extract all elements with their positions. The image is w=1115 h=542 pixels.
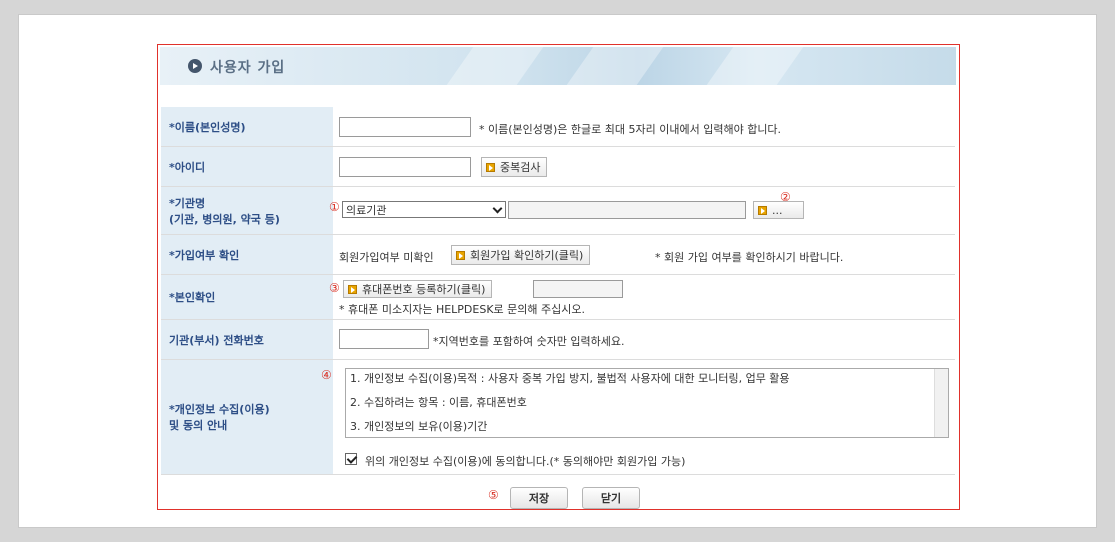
register-phone-button[interactable]: 휴대폰번호 등록하기(클릭) — [343, 280, 493, 298]
id-input[interactable] — [339, 157, 471, 177]
name-label: *이름(본인성명) — [161, 107, 333, 146]
id-label: *아이디 — [161, 147, 333, 186]
save-button[interactable]: 저장 — [510, 487, 568, 509]
org-search-button[interactable]: ... — [753, 201, 804, 219]
close-button[interactable]: 닫기 — [582, 487, 640, 509]
row-join-check: *가입여부 확인 회원가입여부 미확인 회원가입 확인하기(클릭) * 회원 가… — [161, 235, 955, 275]
panel-header: 사용자 가입 — [160, 47, 956, 85]
join-check-label: *가입여부 확인 — [161, 235, 333, 274]
row-id: *아이디 중복검사 — [161, 147, 955, 187]
button-arrow-icon — [456, 250, 465, 260]
marker-5: ⑤ — [488, 488, 499, 502]
join-status-text: 회원가입여부 미확인 — [339, 251, 434, 264]
org-name-input[interactable] — [508, 201, 746, 219]
chevron-down-icon — [492, 203, 503, 214]
phone-label: 기관(부서) 전화번호 — [161, 320, 333, 359]
phone-hint: *지역번호를 포함하여 숫자만 입력하세요. — [433, 335, 625, 348]
marker-2: ② — [780, 190, 791, 204]
row-org: *기관명 (기관, 병의원, 약국 등) ① 의료기관 ... ② — [161, 187, 955, 235]
marker-4: ④ — [321, 368, 332, 382]
button-arrow-icon — [758, 205, 767, 215]
row-privacy: *개인정보 수집(이용) 및 동의 안내 ④ 1. 개인정보 수집(이용)목적 :… — [161, 360, 955, 475]
button-arrow-icon — [348, 284, 357, 294]
textarea-scrollbar[interactable] — [934, 369, 948, 437]
header-bullet-icon — [188, 59, 202, 73]
identity-label: *본인확인 — [161, 275, 333, 319]
privacy-line-2: 2. 수집하려는 항목 : 이름, 휴대폰번호 — [350, 396, 527, 409]
row-phone: 기관(부서) 전화번호 *지역번호를 포함하여 숫자만 입력하세요. — [161, 320, 955, 360]
button-arrow-icon — [486, 162, 495, 172]
phone-number-input[interactable] — [533, 280, 623, 298]
page-title: 사용자 가입 — [210, 60, 286, 76]
signup-panel: 사용자 가입 *이름(본인성명) * 이름(본인성명)은 한글로 최대 5자리 … — [157, 44, 960, 510]
privacy-agree-label: 위의 개인정보 수집(이용)에 동의합니다.(* 동의해야만 회원가입 가능) — [365, 455, 686, 468]
duplicate-check-button[interactable]: 중복검사 — [481, 157, 548, 177]
privacy-line-3: 3. 개인정보의 보유(이용)기간 — [350, 420, 488, 433]
privacy-label: *개인정보 수집(이용) 및 동의 안내 — [161, 360, 333, 474]
marker-1: ① — [329, 200, 340, 214]
name-hint: * 이름(본인성명)은 한글로 최대 5자리 이내에서 입력해야 합니다. — [479, 123, 782, 136]
row-identity: *본인확인 ③ 휴대폰번호 등록하기(클릭) * 휴대폰 미소지자는 HELPD… — [161, 275, 955, 320]
privacy-line-1: 1. 개인정보 수집(이용)목적 : 사용자 중복 가입 방지, 불법적 사용자… — [350, 372, 790, 385]
name-input[interactable] — [339, 117, 471, 137]
identity-note: * 휴대폰 미소지자는 HELPDESK로 문의해 주십시오. — [339, 303, 585, 316]
row-name: *이름(본인성명) * 이름(본인성명)은 한글로 최대 5자리 이내에서 입력… — [161, 107, 955, 147]
org-phone-input[interactable] — [339, 329, 429, 349]
org-label: *기관명 (기관, 병의원, 약국 등) — [161, 187, 333, 234]
marker-3: ③ — [329, 281, 340, 295]
join-check-button[interactable]: 회원가입 확인하기(클릭) — [451, 245, 591, 265]
privacy-terms-textarea[interactable]: 1. 개인정보 수집(이용)목적 : 사용자 중복 가입 방지, 불법적 사용자… — [345, 368, 949, 438]
privacy-agree-checkbox[interactable] — [345, 453, 357, 465]
org-type-select[interactable]: 의료기관 — [342, 201, 506, 218]
join-check-hint: * 회원 가입 여부를 확인하시기 바랍니다. — [655, 251, 844, 264]
